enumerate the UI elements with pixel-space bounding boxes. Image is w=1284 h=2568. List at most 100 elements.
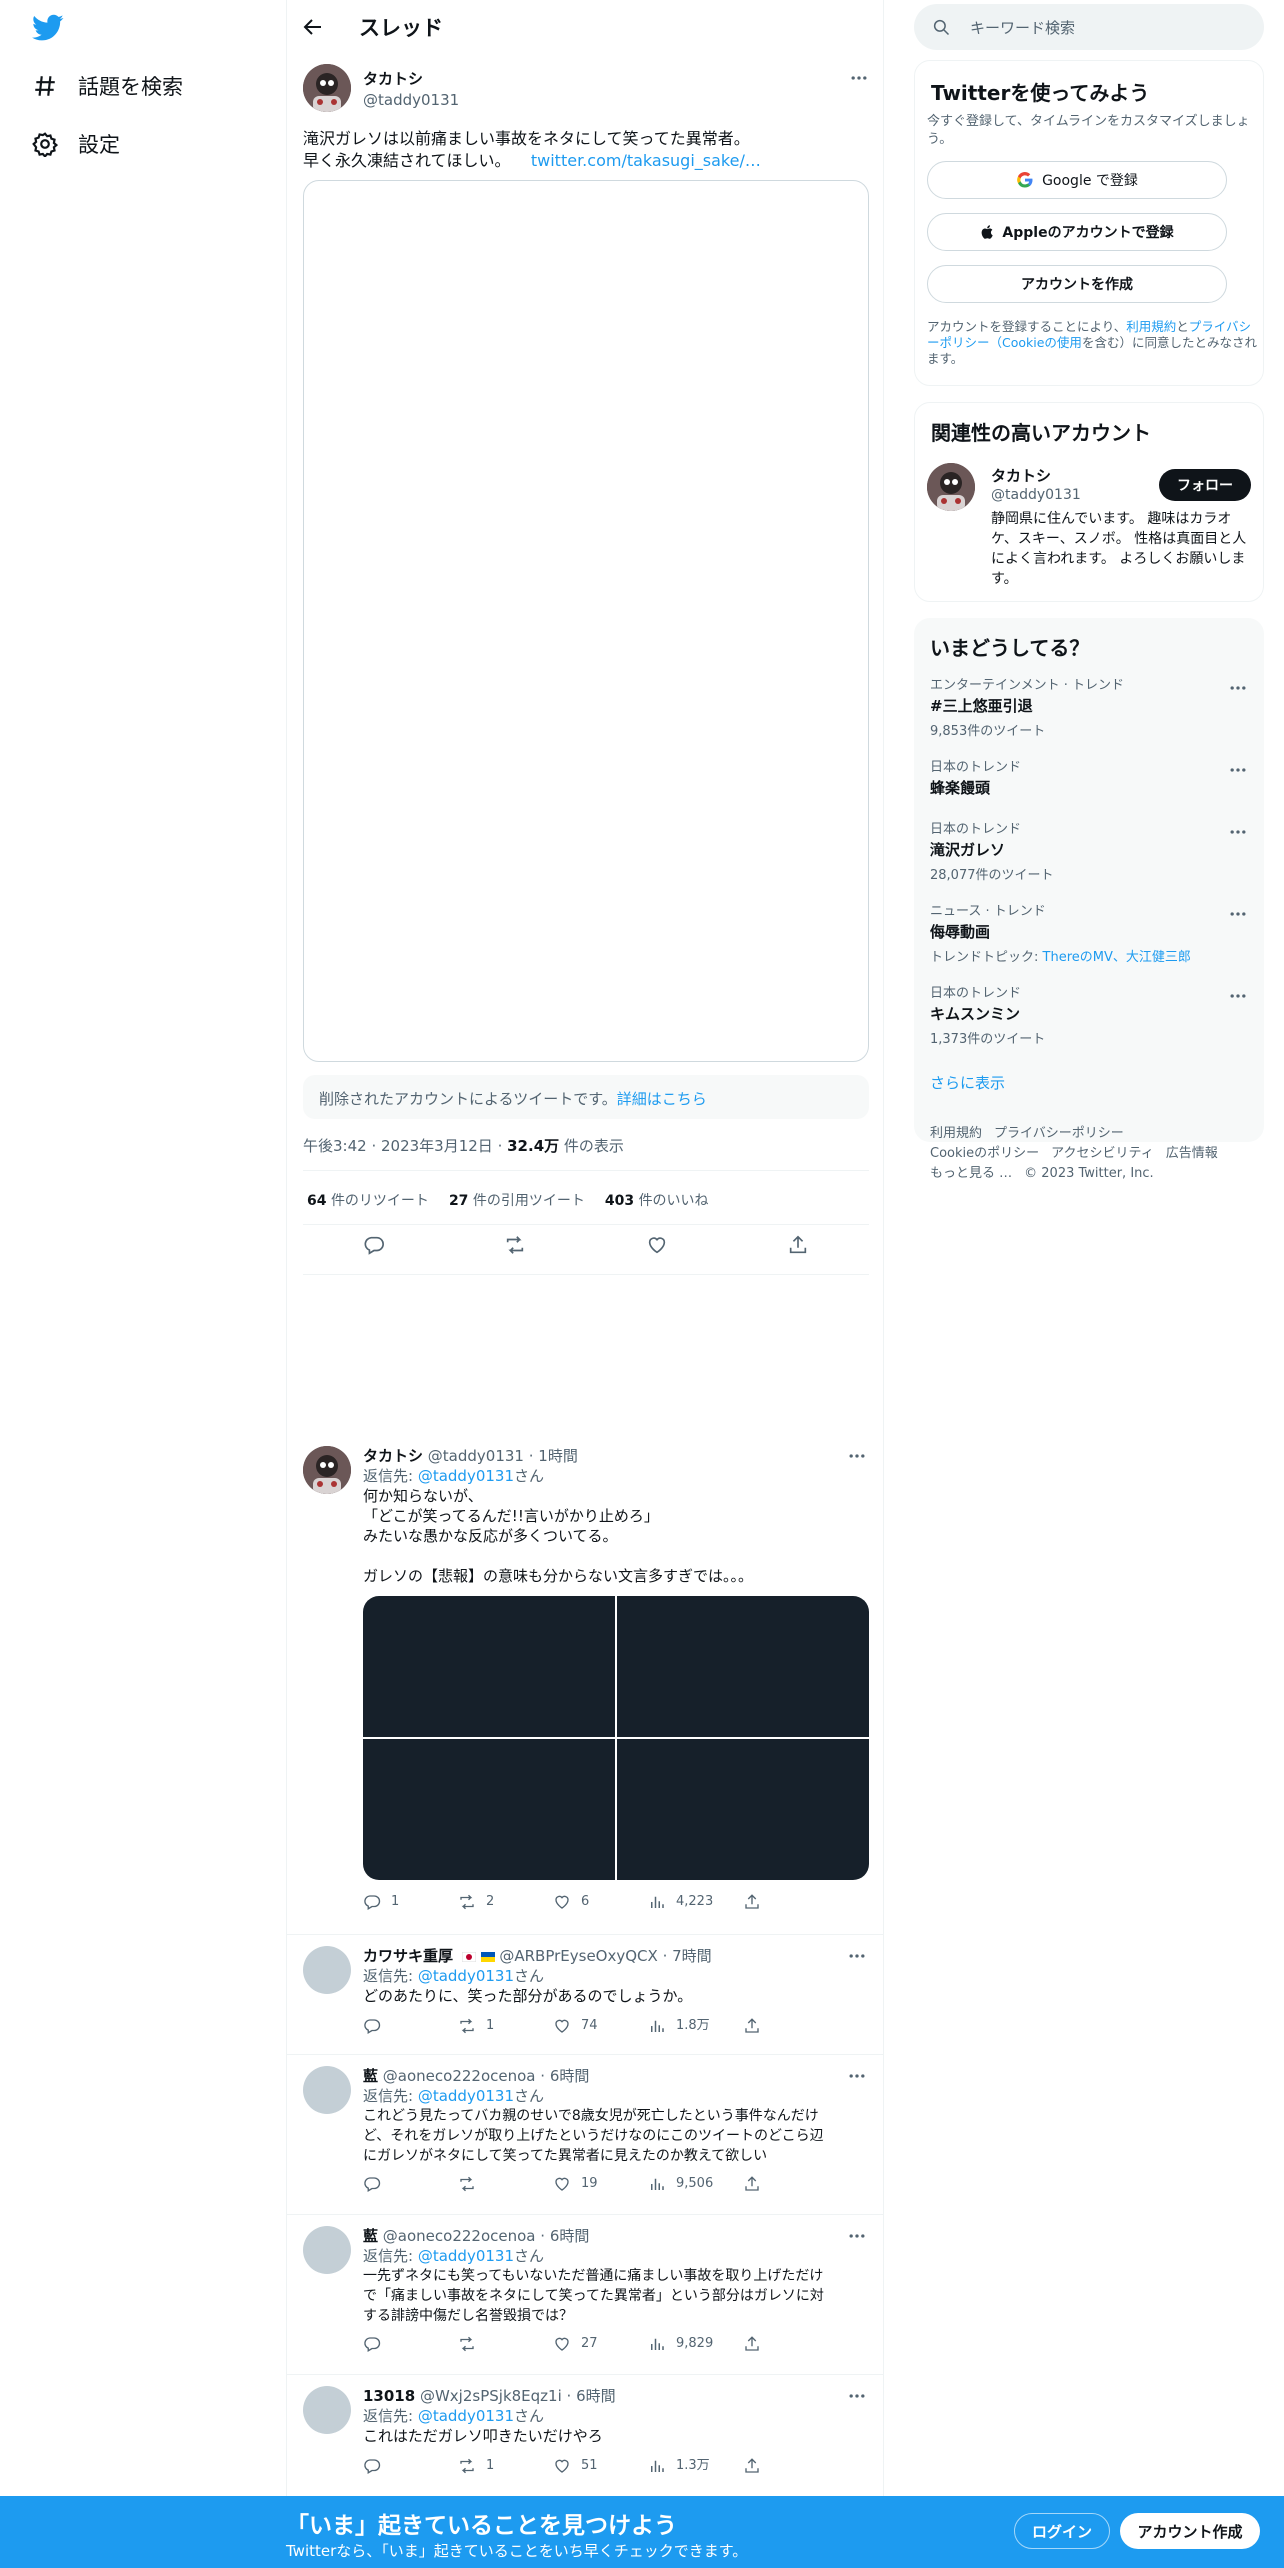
reply-to-mention[interactable]: @taddy0131 xyxy=(418,1467,514,1485)
avatar[interactable] xyxy=(303,2226,351,2274)
follow-button[interactable]: フォロー xyxy=(1159,469,1251,501)
tweet-time[interactable]: 午後3:42 xyxy=(303,1137,367,1155)
views-button[interactable]: 1.8万 xyxy=(648,2016,743,2036)
reply-to-mention[interactable]: @taddy0131 xyxy=(418,2087,514,2105)
views-button[interactable]: 9,506 xyxy=(648,2174,743,2194)
reply-button[interactable] xyxy=(363,2017,458,2035)
reply-tweet[interactable]: 藍 @aoneco222ocenoa · 6時間 返信先: @taddy0131… xyxy=(287,2226,883,2366)
quote-stat[interactable]: 27 件の引用ツイート xyxy=(449,1190,585,1210)
reply-to-mention[interactable]: @taddy0131 xyxy=(418,2407,514,2425)
create-account-button[interactable]: アカウントを作成 xyxy=(927,265,1227,303)
retweet-button[interactable] xyxy=(458,2335,553,2353)
avatar[interactable] xyxy=(303,2066,351,2114)
nav-settings[interactable]: 設定 xyxy=(32,124,120,164)
learn-more-link[interactable]: 詳細はこちら xyxy=(617,1090,707,1108)
reply-tweet[interactable]: カワサキ重厚 @ARBPrEyseOxyQCX · 7時間 返信先: @tadd… xyxy=(287,1946,883,2046)
tweet-link[interactable]: twitter.com/takasugi_sake/… xyxy=(531,151,761,170)
reply-time[interactable]: 1時間 xyxy=(538,1447,578,1465)
footer-link[interactable]: 利用規約 xyxy=(930,1126,982,1141)
author-handle[interactable]: @taddy0131 xyxy=(363,91,459,109)
trend-topic-link[interactable]: ThereのMV、大江健三郎 xyxy=(1043,950,1191,965)
reply-time[interactable]: 7時間 xyxy=(672,1947,712,1965)
share-button[interactable] xyxy=(743,2017,838,2035)
share-icon[interactable] xyxy=(787,1234,809,1256)
reply-author-name[interactable]: タカトシ xyxy=(363,1447,423,1465)
views-button[interactable]: 1.3万 xyxy=(648,2456,743,2476)
image-grid[interactable] xyxy=(363,1596,869,1880)
reply-author-name[interactable]: 藍 xyxy=(363,2227,378,2245)
reply-author-name[interactable]: 藍 xyxy=(363,2067,378,2085)
login-button[interactable]: ログイン xyxy=(1014,2513,1110,2549)
footer-link[interactable]: アクセシビリティ xyxy=(1051,1146,1154,1161)
trend-item[interactable]: ニュース · トレンド 侮辱動画 トレンドトピック: ThereのMV、大江健三… xyxy=(930,900,1248,965)
trend-item[interactable]: エンターテインメント · トレンド #三上悠亜引退 9,853件のツイート xyxy=(930,674,1248,739)
reply-time[interactable]: 6時間 xyxy=(576,2387,616,2405)
retweet-button[interactable]: 2 xyxy=(458,1892,553,1912)
reply-tweet[interactable]: タカトシ @taddy0131 · 1時間 返信先: @taddy0131さん … xyxy=(287,1446,883,1946)
retweet-button[interactable] xyxy=(458,2175,553,2193)
twitter-logo-icon[interactable] xyxy=(32,14,64,42)
more-icon[interactable] xyxy=(1228,678,1248,698)
trend-item[interactable]: 日本のトレンド 滝沢ガレソ 28,077件のツイート xyxy=(930,818,1248,883)
terms-link[interactable]: 利用規約 xyxy=(1126,319,1176,334)
reply-tweet[interactable]: 藍 @aoneco222ocenoa · 6時間 返信先: @taddy0131… xyxy=(287,2066,883,2206)
views-button[interactable]: 4,223 xyxy=(648,1892,743,1912)
like-stat[interactable]: 403 件のいいね xyxy=(605,1190,709,1210)
footer-link[interactable]: もっと見る … xyxy=(930,1166,1012,1181)
reply-button[interactable] xyxy=(363,2457,458,2475)
avatar[interactable] xyxy=(303,1946,351,1994)
avatar[interactable] xyxy=(303,1446,351,1494)
retweet-icon[interactable] xyxy=(504,1234,526,1256)
like-button[interactable]: 74 xyxy=(553,2016,648,2036)
image-thumb[interactable] xyxy=(363,1596,615,1737)
apple-signup-button[interactable]: Appleのアカウントで登録 xyxy=(927,213,1227,251)
more-icon[interactable] xyxy=(849,68,869,88)
related-handle[interactable]: @taddy0131 xyxy=(991,487,1081,503)
trend-item[interactable]: 日本のトレンド 蜂楽饅頭 xyxy=(930,756,1248,798)
author-name[interactable]: タカトシ xyxy=(363,68,459,89)
reply-button[interactable]: 1 xyxy=(363,1892,458,1912)
image-thumb[interactable] xyxy=(617,1596,869,1737)
like-button[interactable]: 51 xyxy=(553,2456,648,2476)
image-thumb[interactable] xyxy=(363,1739,615,1880)
nav-explore[interactable]: 話題を検索 xyxy=(32,66,183,106)
footer-link[interactable]: プライバシーポリシー xyxy=(994,1126,1124,1141)
like-button[interactable]: 19 xyxy=(553,2174,648,2194)
signup-button[interactable]: アカウント作成 xyxy=(1120,2513,1260,2549)
share-button[interactable] xyxy=(743,2175,838,2193)
related-name[interactable]: タカトシ xyxy=(991,465,1051,486)
share-button[interactable] xyxy=(743,2457,838,2475)
reply-to-mention[interactable]: @taddy0131 xyxy=(418,2247,514,2265)
show-more-link[interactable]: さらに表示 xyxy=(930,1072,1005,1093)
more-icon[interactable] xyxy=(1228,986,1248,1006)
reply-time[interactable]: 6時間 xyxy=(550,2227,590,2245)
like-button[interactable]: 27 xyxy=(553,2334,648,2354)
more-icon[interactable] xyxy=(1228,822,1248,842)
reply-author-name[interactable]: カワサキ重厚 xyxy=(363,1947,453,1965)
reply-time[interactable]: 6時間 xyxy=(550,2067,590,2085)
like-icon[interactable] xyxy=(646,1234,668,1256)
share-button[interactable] xyxy=(743,1893,838,1911)
back-arrow-icon[interactable] xyxy=(301,15,325,39)
image-thumb[interactable] xyxy=(617,1739,869,1880)
reply-button[interactable] xyxy=(363,2335,458,2353)
like-button[interactable]: 6 xyxy=(553,1892,648,1912)
retweet-button[interactable]: 1 xyxy=(458,2456,553,2476)
more-icon[interactable] xyxy=(1228,904,1248,924)
reply-icon[interactable] xyxy=(363,1234,385,1256)
reply-button[interactable] xyxy=(363,2175,458,2193)
trend-item[interactable]: 日本のトレンド キムスンミン 1,373件のツイート xyxy=(930,982,1248,1047)
media-placeholder[interactable] xyxy=(303,180,869,1062)
google-signup-button[interactable]: Google で登録 xyxy=(927,161,1227,199)
more-icon[interactable] xyxy=(1228,760,1248,780)
reply-author-handle[interactable]: @ARBPrEyseOxyQCX xyxy=(499,1947,657,1965)
search-input[interactable]: キーワード検索 xyxy=(914,4,1264,50)
avatar[interactable] xyxy=(927,463,975,511)
share-button[interactable] xyxy=(743,2335,838,2353)
footer-link[interactable]: 広告情報 xyxy=(1166,1146,1218,1161)
avatar[interactable] xyxy=(303,64,351,112)
reply-to-mention[interactable]: @taddy0131 xyxy=(418,1967,514,1985)
retweet-button[interactable]: 1 xyxy=(458,2016,553,2036)
reply-author-name[interactable]: 13018 xyxy=(363,2387,415,2405)
reply-author-handle[interactable]: @taddy0131 xyxy=(428,1447,524,1465)
